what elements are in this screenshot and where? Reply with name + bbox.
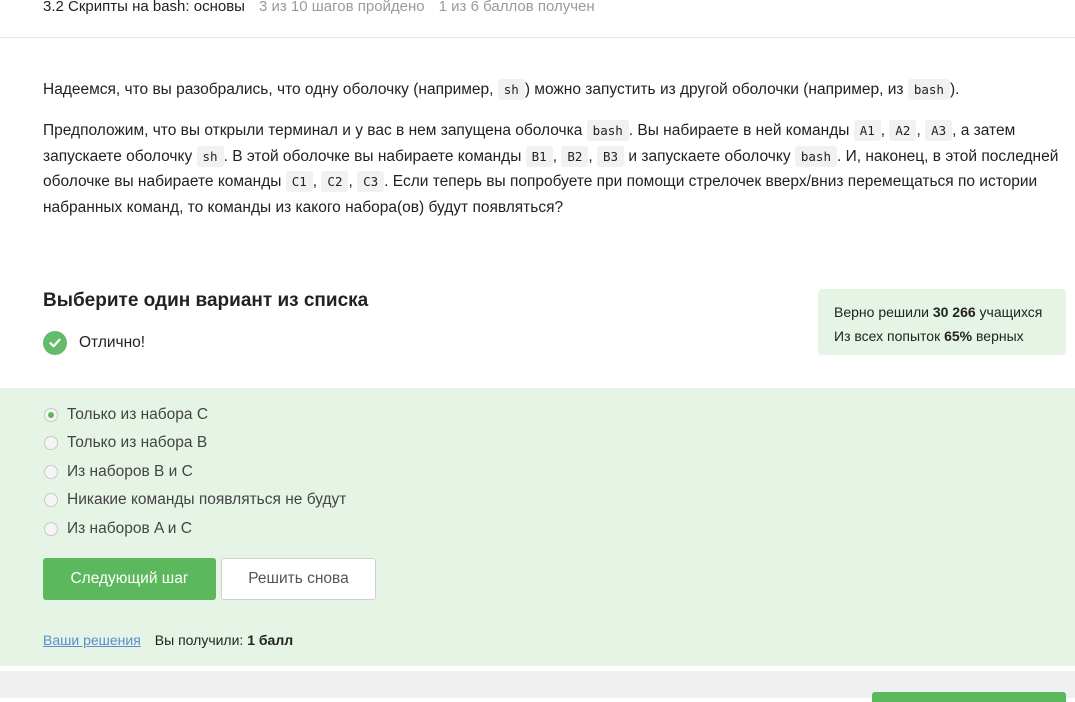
solved-count: 30 266 — [932, 304, 976, 320]
attempts-prefix: Из всех попыток — [834, 328, 945, 344]
option-label: Никакие команды появляться не будут — [67, 491, 347, 508]
code-inline: sh — [497, 79, 525, 100]
lesson-header: 3.2 Скрипты на bash: основы 3 из 10 шагов… — [0, 0, 1075, 38]
footer-bar — [0, 671, 1075, 702]
solved-prefix: Верно решили — [834, 304, 933, 320]
check-circle-icon — [43, 331, 67, 355]
stats-panel: Верно решили 30 266 учащихся Из всех поп… — [818, 289, 1066, 355]
question-paragraph-1: Надеемся, что вы разобрались, что одну о… — [43, 76, 1068, 104]
answers-panel: Только из набора C Только из набора B Из… — [0, 388, 1075, 666]
option-b-and-c[interactable]: Из наборов B и C — [43, 462, 193, 482]
option-none[interactable]: Никакие команды появляться не будут — [43, 490, 346, 510]
code-inline: B3 — [597, 145, 625, 167]
solved-suffix: учащихся — [975, 304, 1043, 320]
text: . В этой оболочке вы набираете команды — [223, 147, 526, 165]
option-label: Только из набора C — [67, 406, 209, 423]
text: ) можно запустить из другой оболочки (на… — [524, 81, 908, 98]
text: , — [348, 173, 358, 191]
text: Надеемся, что вы разобрались, что одну о… — [43, 81, 498, 98]
code-inline: bash — [586, 120, 629, 141]
code-inline: B1 — [525, 145, 553, 167]
option-only-c[interactable]: Только из набора C — [43, 405, 208, 425]
radio-selected[interactable] — [44, 408, 58, 422]
code-inline: C1 — [285, 171, 313, 193]
option-only-b[interactable]: Только из набора B — [43, 433, 207, 453]
feedback-text: Отлично! — [79, 334, 146, 351]
steps-progress: 3 из 10 шагов пройдено — [258, 0, 425, 15]
retry-button[interactable]: Решить снова — [221, 558, 376, 600]
text: , — [588, 147, 598, 165]
text: Предположим, что вы открыли терминал и у… — [43, 122, 587, 139]
lesson-title[interactable]: 3.2 Скрипты на bash: основы — [43, 0, 245, 15]
text: , — [916, 122, 926, 139]
score-value: 1 балл — [247, 632, 294, 648]
feedback: Отлично! — [43, 331, 145, 355]
option-label: Из наборов B и C — [67, 463, 193, 480]
score-label: Вы получили: — [154, 632, 244, 648]
next-step-button[interactable]: Следующий шаг — [43, 558, 216, 600]
option-label: Из наборов A и C — [67, 520, 192, 537]
radio[interactable] — [44, 493, 58, 507]
solved-stat: Верно решили 30 266 учащихся — [834, 300, 1066, 324]
code-inline: A2 — [889, 120, 917, 141]
footer-action-button[interactable] — [872, 692, 1066, 702]
radio[interactable] — [44, 522, 58, 536]
question-text: Надеемся, что вы разобрались, что одну о… — [43, 76, 1068, 220]
attempts-stat: Из всех попыток 65% верных — [834, 324, 1066, 348]
text: и запускаете оболочку — [624, 147, 795, 165]
quiz-title: Выберите один вариант из списка — [43, 290, 369, 311]
code-inline: sh — [196, 145, 224, 167]
radio[interactable] — [44, 436, 58, 450]
your-solutions-link[interactable]: Ваши решения — [43, 632, 141, 648]
code-inline: A1 — [853, 120, 881, 141]
code-inline: C3 — [357, 171, 385, 193]
lesson-header-row: 3.2 Скрипты на bash: основы 3 из 10 шагов… — [43, 0, 595, 16]
solutions-row: Ваши решения Вы получили: 1 балл — [43, 632, 293, 648]
text: ). — [949, 81, 960, 98]
score: Вы получили: 1 балл — [155, 632, 293, 648]
points-progress: 1 из 6 баллов получен — [438, 0, 595, 15]
code-inline: A3 — [925, 120, 953, 141]
radio[interactable] — [44, 465, 58, 479]
question-paragraph-2: Предположим, что вы открыли терминал и у… — [43, 118, 1068, 220]
attempts-suffix: верных — [972, 328, 1024, 344]
code-inline: B2 — [561, 145, 589, 167]
option-a-and-c[interactable]: Из наборов A и C — [43, 519, 192, 539]
code-inline: bash — [794, 145, 837, 167]
option-label: Только из набора B — [67, 434, 208, 451]
attempts-percent: 65% — [944, 328, 973, 344]
text: . Вы набираете в ней команды — [628, 122, 854, 139]
code-inline: C2 — [321, 171, 349, 193]
code-inline: bash — [907, 79, 950, 100]
